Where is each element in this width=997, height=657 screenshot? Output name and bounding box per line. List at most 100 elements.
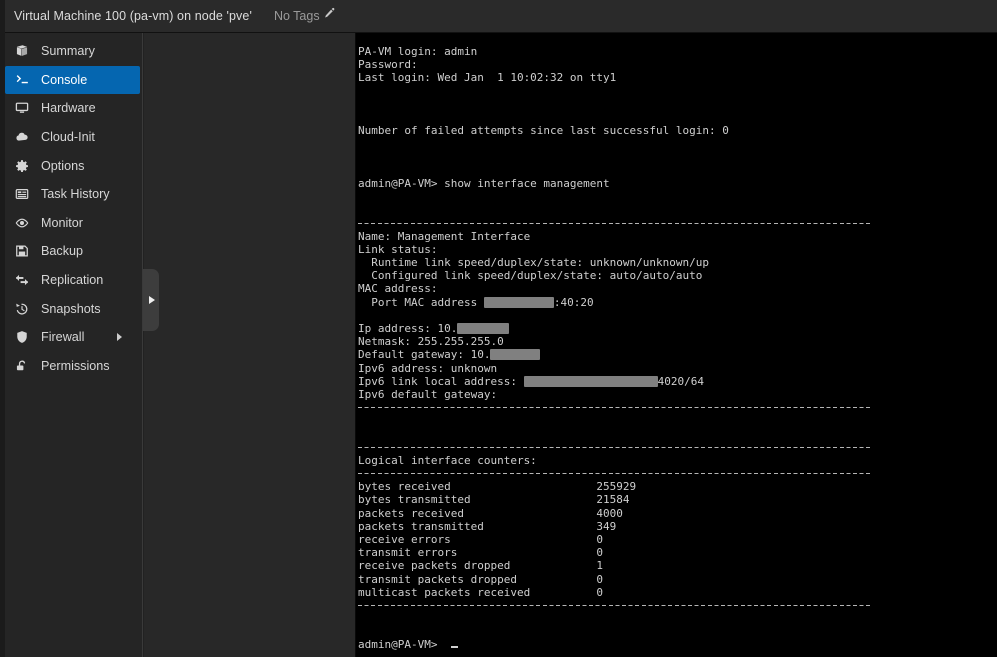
terminal-text-after: 4020/64 [658, 375, 704, 388]
terminal-text-before: Port MAC address [358, 296, 484, 309]
book-icon [11, 44, 33, 58]
header-left-edge-strip [0, 0, 5, 33]
terminal-line: PA-VM login: admin [356, 45, 997, 58]
terminal-line: Last login: Wed Jan 1 10:02:32 on tty1 [356, 71, 997, 84]
terminal-line: receive errors 0 [356, 533, 997, 546]
chevron-right-icon [117, 333, 122, 341]
redaction-block [524, 376, 658, 387]
terminal-line: Link status: [356, 243, 997, 256]
terminal-line [356, 309, 997, 322]
terminal-text-before: Ipv6 link local address: [358, 375, 524, 388]
tags-label: No Tags [274, 9, 320, 23]
terminal-line-redacted: Default gateway: 10. [356, 348, 997, 361]
terminal-icon [11, 73, 33, 87]
sidebar-item-task-history[interactable]: Task History [5, 180, 140, 209]
vm-sidebar-nav: Summary Console Hardware Cloud-Init Options T… [0, 33, 143, 657]
terminal-line [356, 203, 997, 216]
terminal-line: Password: [356, 58, 997, 71]
terminal-line: multicast packets received 0 [356, 586, 997, 599]
terminal-line: bytes received 255929 [356, 480, 997, 493]
sidebar-item-label: Hardware [41, 101, 96, 115]
cloud-icon [11, 130, 33, 144]
terminal-line: packets received 4000 [356, 507, 997, 520]
sidebar-item-options[interactable]: Options [5, 151, 140, 180]
sidebar-item-label: Backup [41, 244, 83, 258]
terminal-line-redacted: Ipv6 link local address: 4020/64 [356, 375, 997, 388]
terminal-separator-rule [356, 401, 997, 414]
tags-editor[interactable]: No Tags [274, 7, 336, 25]
terminal-line: admin@PA-VM> show interface management [356, 177, 997, 190]
terminal-line: Netmask: 255.255.255.0 [356, 335, 997, 348]
terminal-separator-rule [356, 216, 997, 229]
console-side-panel [144, 33, 356, 657]
sidebar-item-label: Options [41, 159, 84, 173]
shield-icon [11, 330, 33, 344]
sidebar-item-label: Task History [41, 187, 110, 201]
terminal-text-before: Default gateway: 10. [358, 348, 490, 361]
terminal-cursor [451, 638, 458, 648]
terminal-separator-rule [356, 441, 997, 454]
terminal-text-before: Ip address: 10. [358, 322, 457, 335]
terminal-text-after: :40:20 [554, 296, 594, 309]
terminal-prompt-line: admin@PA-VM> [356, 638, 997, 651]
terminal-line: transmit errors 0 [356, 546, 997, 559]
chevron-right-icon [149, 296, 155, 304]
sidebar-collapse-handle[interactable] [143, 269, 159, 331]
sidebar-left-edge-strip [0, 33, 5, 657]
sidebar-item-firewall[interactable]: Firewall [5, 323, 140, 352]
eye-icon [11, 216, 33, 230]
sidebar-item-summary[interactable]: Summary [5, 37, 140, 66]
unlock-icon [11, 359, 33, 373]
history-icon [11, 302, 33, 316]
sidebar-item-label: Replication [41, 273, 103, 287]
terminal-line [356, 625, 997, 638]
terminal-line: bytes transmitted 21584 [356, 493, 997, 506]
terminal-separator-rule [356, 599, 997, 612]
terminal-line: Ipv6 address: unknown [356, 362, 997, 375]
terminal-line [356, 427, 997, 440]
terminal-line [356, 98, 997, 111]
terminal-line [356, 111, 997, 124]
page-header: Virtual Machine 100 (pa-vm) on node 'pve… [0, 0, 997, 33]
sidebar-item-label: Snapshots [41, 302, 101, 316]
pencil-icon[interactable] [323, 7, 336, 25]
sidebar-item-label: Permissions [41, 359, 110, 373]
terminal-line [356, 164, 997, 177]
sidebar-item-hardware[interactable]: Hardware [5, 94, 140, 123]
list-icon [11, 187, 33, 201]
terminal-line: Configured link speed/duplex/state: auto… [356, 269, 997, 282]
sync-icon [11, 273, 33, 287]
sidebar-item-monitor[interactable]: Monitor [5, 209, 140, 238]
terminal-line-redacted: Port MAC address :40:20 [356, 296, 997, 309]
terminal-line [356, 414, 997, 427]
terminal-line [356, 137, 997, 150]
terminal-line [356, 190, 997, 203]
terminal-line [356, 612, 997, 625]
terminal-separator-rule [356, 467, 997, 480]
terminal-line: Number of failed attempts since last suc… [356, 124, 997, 137]
redaction-block [484, 297, 554, 308]
terminal-prompt: admin@PA-VM> [358, 638, 444, 651]
terminal-line-redacted: Ip address: 10. [356, 322, 997, 335]
sidebar-item-replication[interactable]: Replication [5, 266, 140, 295]
sidebar-item-label: Firewall [41, 330, 84, 344]
terminal-line [356, 85, 997, 98]
sidebar-item-console[interactable]: Console [5, 66, 140, 95]
page-title: Virtual Machine 100 (pa-vm) on node 'pve… [14, 9, 252, 23]
gear-icon [11, 159, 33, 173]
sidebar-item-label: Summary [41, 44, 95, 58]
redaction-block [457, 323, 509, 334]
terminal-line: Logical interface counters: [356, 454, 997, 467]
sidebar-item-backup[interactable]: Backup [5, 237, 140, 266]
monitor-icon [11, 101, 33, 115]
sidebar-item-cloud-init[interactable]: Cloud-Init [5, 123, 140, 152]
floppy-icon [11, 244, 33, 258]
novnc-console-terminal[interactable]: PA-VM login: adminPassword:Last login: W… [356, 33, 997, 657]
proxmox-vm-console-page: Virtual Machine 100 (pa-vm) on node 'pve… [0, 0, 997, 657]
sidebar-item-label: Cloud-Init [41, 130, 95, 144]
sidebar-item-permissions[interactable]: Permissions [5, 352, 140, 381]
terminal-line: Runtime link speed/duplex/state: unknown… [356, 256, 997, 269]
terminal-line: Name: Management Interface [356, 230, 997, 243]
sidebar-item-snapshots[interactable]: Snapshots [5, 294, 140, 323]
terminal-line: transmit packets dropped 0 [356, 573, 997, 586]
